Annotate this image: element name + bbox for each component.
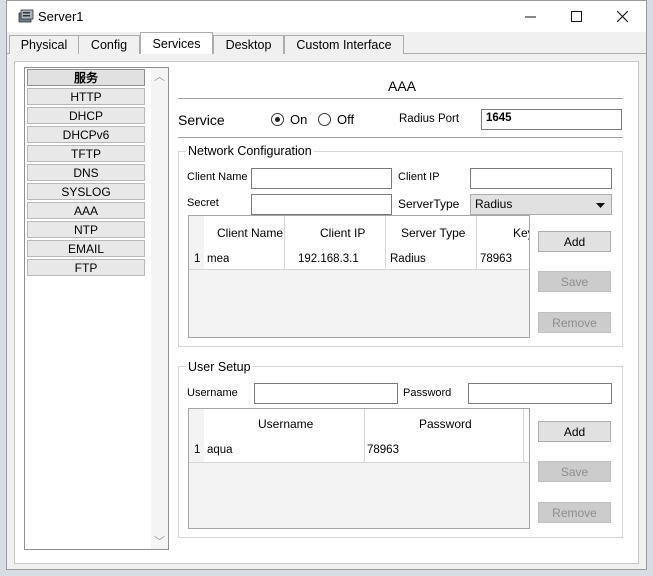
title-divider: [178, 98, 623, 99]
client-name-input[interactable]: [251, 168, 392, 189]
tab-services[interactable]: Services: [140, 32, 213, 55]
service-item-dhcp[interactable]: DHCP: [27, 107, 145, 124]
column-header-client-name[interactable]: Client Name: [217, 226, 283, 240]
client-table-empty-area: [204, 269, 529, 337]
service-off-label: Off: [337, 112, 355, 127]
server-type-label: ServerType: [398, 197, 460, 211]
column-header-key[interactable]: Key: [513, 226, 529, 240]
tab-desktop[interactable]: Desktop: [213, 35, 284, 54]
user-remove-button[interactable]: Remove: [538, 502, 611, 523]
client-save-button[interactable]: Save: [538, 271, 611, 292]
service-list-header: 服务: [27, 69, 145, 86]
client-table-gutter: [189, 216, 204, 337]
client-remove-button[interactable]: Remove: [538, 312, 611, 333]
column-header-username[interactable]: Username: [258, 417, 313, 431]
server-window: Server1 Physical Config Services Desktop…: [6, 0, 647, 570]
background-right-strip: [647, 0, 653, 576]
user-save-button[interactable]: Save: [538, 461, 611, 482]
secret-label: Secret: [187, 197, 219, 209]
service-item-email[interactable]: EMAIL: [27, 240, 145, 257]
minimize-button[interactable]: [507, 1, 553, 32]
services-content: 服务 HTTP DHCP DHCPv6 TFTP DNS SYSLOG AAA …: [7, 54, 646, 569]
service-divider: [178, 137, 623, 138]
close-button[interactable]: [599, 1, 645, 32]
password-input[interactable]: [468, 383, 612, 404]
radius-port-input[interactable]: 1645: [481, 109, 622, 130]
chevron-down-icon: [596, 203, 605, 208]
secret-input[interactable]: [251, 194, 392, 215]
table-cell-client-ip[interactable]: 192.168.3.1: [298, 253, 359, 265]
service-label: Service: [178, 112, 225, 128]
client-add-button[interactable]: Add: [538, 231, 611, 252]
table-cell-client-name[interactable]: mea: [207, 253, 229, 265]
service-list-scrollbar[interactable]: ︿ ﹀: [151, 68, 168, 549]
user-setup-title: User Setup: [186, 360, 253, 374]
background-bottom-strip: [0, 570, 653, 576]
user-table: Username Password 1 aqua 78963: [188, 408, 530, 529]
column-header-server-type[interactable]: Server Type: [401, 226, 465, 240]
table-cell-username[interactable]: aqua: [207, 444, 233, 456]
client-name-label: Client Name: [187, 171, 248, 183]
table-cell-key[interactable]: 78963: [480, 253, 512, 265]
maximize-button[interactable]: [553, 1, 599, 32]
service-on-radio[interactable]: [271, 113, 284, 126]
client-ip-input[interactable]: [470, 168, 612, 189]
username-input[interactable]: [254, 383, 398, 404]
column-header-client-ip[interactable]: Client IP: [320, 226, 365, 240]
radius-port-label: Radius Port: [399, 113, 460, 125]
column-header-password[interactable]: Password: [419, 417, 472, 431]
service-item-http[interactable]: HTTP: [27, 88, 145, 105]
server-app-icon: [18, 9, 34, 23]
scroll-down-icon[interactable]: ﹀: [151, 533, 168, 549]
tab-custom-interface[interactable]: Custom Interface: [284, 35, 404, 54]
client-table-divider: [284, 216, 285, 269]
minimize-icon: [524, 16, 536, 18]
tab-physical[interactable]: Physical: [9, 35, 79, 54]
maximize-icon: [570, 11, 582, 22]
username-label: Username: [187, 387, 238, 399]
client-ip-label: Client IP: [398, 171, 440, 183]
client-table-divider: [385, 216, 386, 269]
service-item-syslog[interactable]: SYSLOG: [27, 183, 145, 200]
table-cell-server-type[interactable]: Radius: [390, 253, 426, 265]
table-row-index: 1: [194, 253, 201, 265]
server-type-value: Radius: [475, 197, 513, 211]
client-table-divider: [476, 216, 477, 269]
services-panel: 服务 HTTP DHCP DHCPv6 TFTP DNS SYSLOG AAA …: [14, 61, 639, 564]
service-list: 服务 HTTP DHCP DHCPv6 TFTP DNS SYSLOG AAA …: [24, 67, 169, 550]
service-item-dns[interactable]: DNS: [27, 164, 145, 181]
client-table: Client Name Client IP Server Type Key 1 …: [188, 215, 530, 338]
table-cell-password[interactable]: 78963: [367, 444, 399, 456]
service-item-aaa[interactable]: AAA: [27, 202, 145, 219]
user-add-button[interactable]: Add: [538, 421, 611, 442]
user-table-gutter: [189, 409, 204, 528]
service-item-tftp[interactable]: TFTP: [27, 145, 145, 162]
tab-bar: Physical Config Services Desktop Custom …: [7, 32, 646, 55]
window-title: Server1: [38, 9, 84, 24]
title-bar: Server1: [7, 1, 646, 32]
user-table-divider: [523, 409, 524, 462]
user-table-empty-area: [204, 462, 529, 528]
tab-config[interactable]: Config: [78, 35, 140, 54]
service-item-dhcpv6[interactable]: DHCPv6: [27, 126, 145, 143]
service-off-radio[interactable]: [318, 113, 331, 126]
service-on-label: On: [290, 112, 308, 127]
network-config-title: Network Configuration: [186, 144, 314, 158]
table-row-index: 1: [194, 444, 201, 456]
password-label: Password: [403, 387, 452, 399]
user-table-divider: [189, 462, 529, 463]
client-table-divider: [189, 269, 529, 270]
close-icon: [616, 11, 628, 22]
page-title: AAA: [388, 78, 417, 94]
scroll-up-icon[interactable]: ︿: [151, 68, 168, 84]
service-item-ftp[interactable]: FTP: [27, 259, 145, 276]
user-table-divider: [364, 409, 365, 462]
server-type-select[interactable]: Radius: [470, 194, 612, 215]
service-item-ntp[interactable]: NTP: [27, 221, 145, 238]
